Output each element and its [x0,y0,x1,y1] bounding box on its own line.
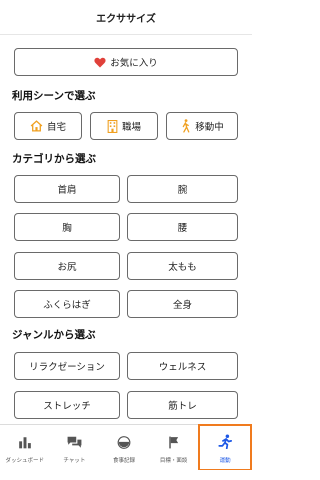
favorites-button[interactable]: お気に入り [14,48,238,76]
tab-label: ダッシュボード [5,458,45,464]
scene-section-title: 利用シーンで選ぶ [12,90,96,102]
tab-label: 運動 [219,458,231,464]
category-label: 腕 [177,185,188,196]
genre-stretch-button[interactable]: ストレッチ [14,391,120,419]
chat-icon [67,434,82,453]
category-label: 全身 [172,300,192,311]
home-indicator-area [0,470,252,480]
flag-icon [168,434,180,453]
category-label: お尻 [57,262,77,273]
tab-dashboard[interactable]: ダッシュボード [0,425,50,471]
category-buttocks-button[interactable]: お尻 [14,252,120,280]
genre-label: ストレッチ [43,401,91,412]
walking-icon [180,119,191,133]
scene-office-label: 職場 [121,122,141,133]
category-label: ふくらはぎ [43,300,91,311]
bar-chart-icon [18,434,32,453]
bottom-tab-bar: ダッシュボード チャット 食事記録 目標・面談 運動 [0,424,252,471]
category-arm-button[interactable]: 腕 [127,175,238,203]
building-icon [107,119,118,133]
genre-relaxation-button[interactable]: リラクゼーション [14,352,120,380]
genre-section-title: ジャンルから選ぶ [12,329,96,341]
scene-commute-label: 移動中 [195,122,224,133]
genre-label: ウェルネス [158,362,207,373]
genre-label: 筋トレ [168,401,197,412]
genre-strength-button[interactable]: 筋トレ [127,391,238,419]
category-label: 腰 [177,223,188,234]
category-neck-shoulder-button[interactable]: 首肩 [14,175,120,203]
category-waist-button[interactable]: 腰 [127,213,238,241]
tab-chat[interactable]: チャット [50,425,100,471]
page-title: エクササイズ [96,13,156,25]
tab-exercise[interactable]: 運動 [198,424,252,471]
category-label: 太もも [168,262,197,273]
tab-label: 食事記録 [112,458,135,464]
genre-label: リラクゼーション [29,362,105,373]
category-calf-button[interactable]: ふくらはぎ [14,290,120,318]
page-header: エクササイズ [0,0,252,35]
scene-commute-button[interactable]: 移動中 [166,112,238,140]
category-chest-button[interactable]: 胸 [14,213,120,241]
tab-label: 目標・面談 [159,458,188,464]
category-thigh-button[interactable]: 太もも [127,252,238,280]
meal-icon [117,434,131,453]
house-icon [30,120,43,132]
category-section-title: カテゴリから選ぶ [12,153,96,165]
category-label: 胸 [62,223,72,234]
favorites-label: お気に入り [110,58,158,69]
scene-home-button[interactable]: 自宅 [14,112,82,140]
tab-goals[interactable]: 目標・面談 [149,425,199,471]
tab-meal-log[interactable]: 食事記録 [99,425,149,471]
tab-label: チャット [63,458,86,464]
genre-wellness-button[interactable]: ウェルネス [127,352,238,380]
heart-icon [94,57,106,68]
running-icon [218,434,233,453]
category-whole-body-button[interactable]: 全身 [127,290,238,318]
scene-home-label: 自宅 [46,122,66,133]
scene-office-button[interactable]: 職場 [90,112,158,140]
category-label: 首肩 [57,185,77,196]
